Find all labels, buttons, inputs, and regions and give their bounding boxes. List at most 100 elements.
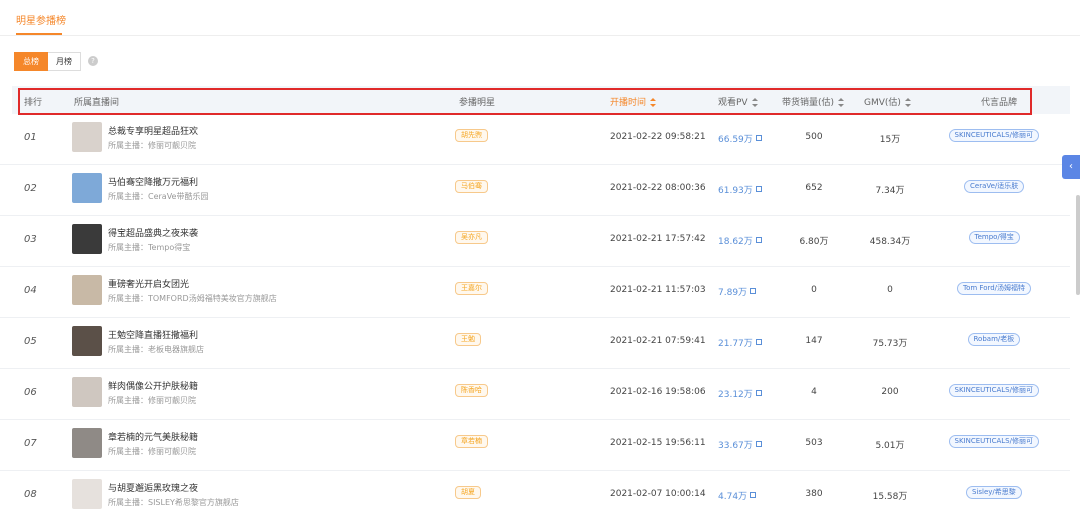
brand-tag[interactable]: SKINCEUTICALS/修丽可 — [948, 384, 1039, 397]
live-room-thumbnail[interactable] — [72, 224, 102, 254]
external-link-icon[interactable] — [755, 339, 762, 345]
start-time: 2021-02-22 08:00:36 — [610, 183, 706, 193]
period-toggle: 总榜 月榜 — [14, 52, 81, 71]
sort-icon[interactable] — [751, 98, 758, 107]
column-header-gmv-label: GMV(估) — [864, 98, 901, 108]
table-row[interactable]: 05 王勉空降直播狂撒福利 所属主播：老板电器旗舰店 王勉 2021-02-21… — [0, 318, 1070, 369]
live-room-title[interactable]: 与胡夏邂逅黑玫瑰之夜 — [108, 481, 198, 494]
rank-number: 06 — [24, 387, 37, 398]
sales-value: 4 — [811, 387, 817, 397]
pv-value: 4.74万 — [718, 492, 748, 502]
pv-link[interactable]: 21.77万 — [718, 336, 762, 349]
live-room-thumbnail[interactable] — [72, 275, 102, 305]
sort-icon[interactable] — [650, 98, 657, 107]
pv-value: 18.62万 — [718, 237, 753, 247]
live-room-anchor: 所属主播：修丽可靓贝院 — [108, 141, 196, 150]
rank-number: 05 — [24, 336, 37, 347]
rank-number: 04 — [24, 285, 37, 296]
external-link-icon[interactable] — [755, 441, 762, 447]
sort-icon[interactable] — [904, 98, 911, 107]
star-tag: 马伯骞 — [455, 180, 488, 193]
pv-link[interactable]: 18.62万 — [718, 234, 762, 247]
live-room-thumbnail[interactable] — [72, 428, 102, 458]
start-time: 2021-02-15 19:56:11 — [610, 438, 706, 448]
live-room-thumbnail[interactable] — [72, 173, 102, 203]
table-row[interactable]: 03 得宝超品盛典之夜来袭 所属主播：Tempo得宝 吴亦凡 2021-02-2… — [0, 216, 1070, 267]
sales-value: 147 — [805, 336, 823, 346]
table-row[interactable]: 07 章若楠的元气美肤秘籍 所属主播：修丽可靓贝院 章若楠 2021-02-15… — [0, 420, 1070, 471]
star-tag: 胡夏 — [455, 486, 481, 499]
pv-value: 7.89万 — [718, 288, 748, 298]
live-room-thumbnail[interactable] — [72, 122, 102, 152]
column-header-sales[interactable]: 带货销量(估) — [782, 95, 845, 108]
external-link-icon[interactable] — [755, 390, 762, 396]
live-room-anchor: 所属主播：修丽可靓贝院 — [108, 447, 196, 456]
brand-tag[interactable]: Tempo/得宝 — [968, 231, 1020, 244]
live-room-anchor: 所属主播：Tempo得宝 — [108, 243, 191, 252]
brand-tag[interactable]: SKINCEUTICALS/修丽可 — [948, 129, 1039, 142]
live-room-thumbnail[interactable] — [72, 377, 102, 407]
pv-value: 66.59万 — [718, 135, 753, 145]
live-room-thumbnail[interactable] — [72, 479, 102, 509]
live-room-title[interactable]: 马伯骞空降撒万元福利 — [108, 175, 198, 188]
live-room-anchor: 所属主播：SISLEY希思黎官方旗舰店 — [108, 498, 239, 507]
brand-tag[interactable]: Tom Ford/汤姆福特 — [957, 282, 1032, 295]
period-total-button[interactable]: 总榜 — [14, 52, 48, 71]
table-row[interactable]: 06 鲜肉偶像公开护肤秘籍 所属主播：修丽可靓贝院 陈香哈 2021-02-16… — [0, 369, 1070, 420]
live-room-title[interactable]: 鲜肉偶像公开护肤秘籍 — [108, 379, 198, 392]
rank-number: 01 — [24, 132, 37, 143]
live-room-anchor: 所属主播：TOMFORD汤姆福特美妆官方旗舰店 — [108, 294, 277, 303]
live-room-thumbnail[interactable] — [72, 326, 102, 356]
gmv-value: 75.73万 — [872, 339, 908, 349]
external-link-icon[interactable] — [750, 288, 757, 294]
column-header-gmv[interactable]: GMV(估) — [864, 95, 911, 108]
external-link-icon[interactable] — [755, 237, 762, 243]
column-header-rank: 排行 — [24, 98, 43, 108]
column-header-pv[interactable]: 观看PV — [718, 95, 758, 108]
ranking-table-body: 01 总裁专享明星超品狂欢 所属主播：修丽可靓贝院 胡先煦 2021-02-22… — [0, 114, 1070, 515]
sales-value: 380 — [805, 489, 823, 499]
rank-number: 07 — [24, 438, 37, 449]
pv-link[interactable]: 7.89万 — [718, 285, 757, 298]
live-room-title[interactable]: 重磅奢光开启女团光 — [108, 277, 189, 290]
live-room-title[interactable]: 总裁专享明星超品狂欢 — [108, 124, 198, 137]
table-row[interactable]: 01 总裁专享明星超品狂欢 所属主播：修丽可靓贝院 胡先煦 2021-02-22… — [0, 114, 1070, 165]
external-link-icon[interactable] — [750, 492, 757, 498]
external-link-icon[interactable] — [755, 186, 762, 192]
live-room-anchor: 所属主播：老板电器旗舰店 — [108, 345, 204, 354]
pv-link[interactable]: 4.74万 — [718, 489, 757, 502]
external-link-icon[interactable] — [755, 135, 762, 141]
brand-tag[interactable]: Sisley/希思黎 — [966, 486, 1022, 499]
sort-icon[interactable] — [838, 98, 845, 107]
brand-tag[interactable]: SKINCEUTICALS/修丽可 — [948, 435, 1039, 448]
scrollbar[interactable] — [1076, 195, 1080, 295]
sales-value: 6.80万 — [799, 237, 829, 247]
pv-link[interactable]: 66.59万 — [718, 132, 762, 145]
live-room-title[interactable]: 章若楠的元气美肤秘籍 — [108, 430, 198, 443]
start-time: 2021-02-16 19:58:06 — [610, 387, 706, 397]
chevron-left-icon[interactable]: ‹ — [1062, 155, 1080, 179]
brand-tag[interactable]: CeraVe/适乐肤 — [964, 180, 1025, 193]
table-row[interactable]: 04 重磅奢光开启女团光 所属主播：TOMFORD汤姆福特美妆官方旗舰店 王嘉尔… — [0, 267, 1070, 318]
column-header-start-time[interactable]: 开播时间 — [610, 95, 657, 108]
live-room-title[interactable]: 王勉空降直播狂撒福利 — [108, 328, 198, 341]
star-tag: 陈香哈 — [455, 384, 488, 397]
column-header-pv-label: 观看PV — [718, 98, 748, 108]
sales-value: 0 — [811, 285, 817, 295]
start-time: 2021-02-07 10:00:14 — [610, 489, 706, 499]
pv-link[interactable]: 61.93万 — [718, 183, 762, 196]
pv-value: 61.93万 — [718, 186, 753, 196]
live-room-anchor: 所属主播：CeraVe带酷乐园 — [108, 192, 209, 201]
gmv-value: 5.01万 — [875, 441, 905, 451]
table-row[interactable]: 08 与胡夏邂逅黑玫瑰之夜 所属主播：SISLEY希思黎官方旗舰店 胡夏 202… — [0, 471, 1070, 515]
pv-link[interactable]: 33.67万 — [718, 438, 762, 451]
period-month-button[interactable]: 月榜 — [48, 52, 81, 71]
pv-link[interactable]: 23.12万 — [718, 387, 762, 400]
live-room-title[interactable]: 得宝超品盛典之夜来袭 — [108, 226, 198, 239]
pv-value: 33.67万 — [718, 441, 753, 451]
gmv-value: 15.58万 — [872, 492, 908, 502]
table-row[interactable]: 02 马伯骞空降撒万元福利 所属主播：CeraVe带酷乐园 马伯骞 2021-0… — [0, 165, 1070, 216]
tab-star-ranking[interactable]: 明星参播榜 — [16, 12, 66, 27]
question-circle-icon[interactable]: ? — [88, 56, 98, 66]
brand-tag[interactable]: Robam/老板 — [967, 333, 1021, 346]
